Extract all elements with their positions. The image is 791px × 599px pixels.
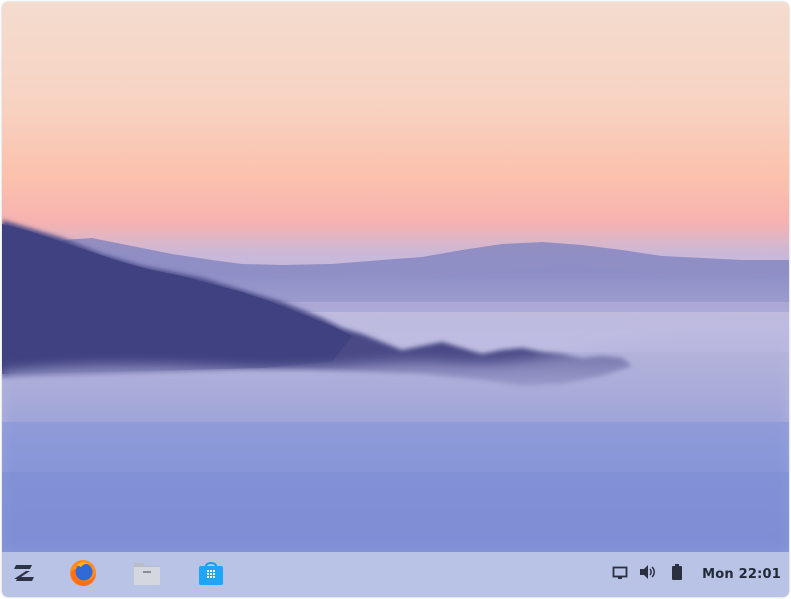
- firefox-launcher[interactable]: [66, 558, 100, 592]
- battery-icon: [671, 564, 683, 584]
- zorin-menu-icon: [10, 560, 38, 590]
- firefox-icon: [68, 558, 98, 592]
- taskbar-clock[interactable]: Mon 22:01: [702, 565, 781, 585]
- display-tray-button[interactable]: [611, 565, 629, 583]
- desktop-screen: Mon 22:01: [2, 2, 789, 597]
- software-store-launcher[interactable]: [194, 558, 228, 592]
- desktop-wallpaper: [2, 2, 789, 552]
- volume-tray-button[interactable]: [639, 565, 657, 583]
- zorin-menu-button[interactable]: [7, 558, 41, 592]
- display-icon: [612, 565, 628, 584]
- software-store-icon: [196, 558, 226, 592]
- taskbar: Mon 22:01: [2, 552, 789, 597]
- battery-tray-button[interactable]: [668, 564, 686, 584]
- files-launcher[interactable]: [130, 558, 164, 592]
- files-folder-icon: [132, 558, 162, 592]
- volume-icon: [639, 564, 657, 584]
